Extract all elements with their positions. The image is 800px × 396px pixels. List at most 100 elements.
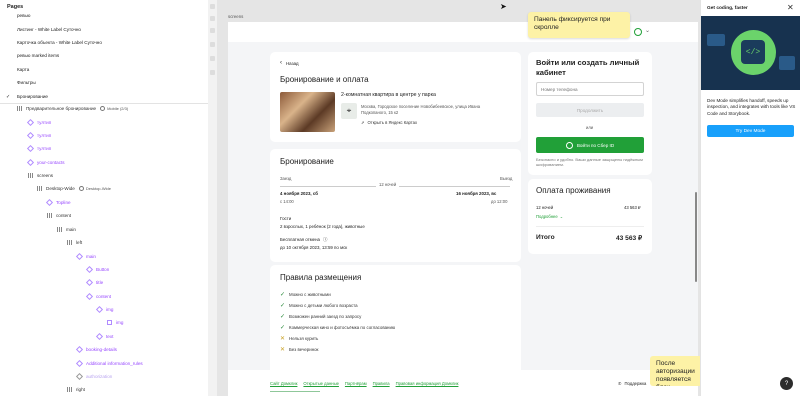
layer-row[interactable]: main	[75, 252, 96, 261]
page-title: Бронирование и оплата	[280, 75, 369, 84]
support-link[interactable]: ✆ Поддержка	[618, 381, 646, 386]
try-dev-mode-button[interactable]: Try Dev Mode	[707, 125, 794, 137]
layer-row[interactable]: authorization	[75, 372, 112, 381]
info-icon[interactable]: ⓘ	[323, 237, 327, 243]
layer-row[interactable]: Topline	[45, 198, 71, 207]
page-item[interactable]: Листинг - White Label Суточно	[17, 27, 81, 32]
layer-row[interactable]: content	[85, 292, 111, 301]
sticky-note-panel-fixed[interactable]: Панель фиксируется при скролле	[528, 12, 630, 38]
rule-text: Можно с детьми любого возраста	[289, 303, 358, 308]
mobile-tag: Mobile (2/3)	[100, 106, 128, 111]
rule-text: Коммерческая кино и фотосъёмка по соглас…	[289, 325, 396, 330]
dev-mode-panel: Get coding, faster ✕ </> Dev Mode simpli…	[700, 0, 800, 396]
check-icon: ✓	[280, 292, 286, 298]
footer-link[interactable]: Правила	[373, 381, 390, 386]
layer-row[interactable]: img	[95, 305, 113, 314]
page-item[interactable]: Карта	[17, 67, 29, 72]
layer-row[interactable]: img	[107, 320, 123, 325]
side-strip	[208, 0, 217, 396]
layer-row[interactable]: Desktop-Wide Desktop-Wide	[37, 186, 111, 191]
sber-id-button[interactable]: Войти по Сбер ID	[536, 137, 644, 153]
instance-icon	[45, 198, 54, 207]
layer-row[interactable]: Additional information_rules	[75, 359, 143, 368]
instance-icon	[85, 278, 94, 287]
footer-link[interactable]: Правовая информация Домклик	[396, 381, 459, 386]
total-label: Итого	[536, 234, 555, 241]
checkin-time: с 14:00	[280, 199, 294, 204]
logo-icon	[634, 28, 642, 36]
rule-item: ✕ Без вечеринок	[280, 346, 395, 353]
check-icon: ✓	[280, 303, 286, 309]
layer-row[interactable]: Предварительное бронирование Mobile (2/3)	[17, 106, 128, 111]
rule-item: ✓ Возможен ранний заезд по запросу	[280, 313, 395, 320]
layer-row[interactable]: Button	[85, 265, 109, 274]
layer-row[interactable]: text	[95, 332, 113, 341]
desktop-tag: Desktop-Wide	[78, 186, 111, 191]
layers-panel: Pages ревью Листинг - White Label Суточн…	[0, 0, 209, 396]
layer-row[interactable]: booking-details	[75, 345, 117, 354]
chevron-down-icon[interactable]: ⌄	[645, 27, 650, 34]
canvas[interactable]: screens ⌄ ‹ Назад Бронирование и оплата 2…	[217, 0, 700, 396]
map-pin-icon: ⌖	[341, 103, 357, 119]
layer-row[interactable]: title	[85, 278, 103, 287]
nights-label: 12 ночей	[536, 205, 554, 210]
close-icon[interactable]: ✕	[787, 3, 794, 12]
frame-icon	[47, 213, 52, 218]
layer-row[interactable]: тултип	[26, 131, 51, 140]
guests-label: Гости	[280, 216, 292, 221]
booking-card: Бронирование Заезд Выезд 12 ночей 4 нояб…	[270, 149, 521, 262]
details-toggle[interactable]: Подробнее ⌄	[536, 214, 563, 219]
auth-card: Войти или создать личный кабинет Продолж…	[528, 52, 652, 175]
help-button[interactable]: ?	[780, 377, 793, 390]
instance-icon	[95, 332, 104, 341]
back-button[interactable]: ‹ Назад	[280, 60, 299, 66]
frame-icon	[57, 227, 62, 232]
checkin-label: Заезд	[280, 176, 292, 181]
frame-icon	[17, 106, 22, 111]
scrollbar[interactable]	[695, 192, 697, 282]
nights-badge: 12 ночей	[376, 182, 400, 187]
payment-title: Оплата проживания	[536, 186, 611, 195]
phone-icon: ✆	[618, 381, 622, 386]
map-link[interactable]: ⇗ Открыть в Яндекс Картах	[361, 120, 417, 125]
footer-links: Сайт Домклик Открытые данные Партнёрам Прав…	[270, 381, 458, 386]
instance-icon	[26, 158, 35, 167]
layer-row[interactable]: тултип	[26, 144, 51, 153]
layer-row[interactable]: тултип	[26, 118, 51, 127]
page-item[interactable]: Карточка объекта - White Label Суточно	[17, 40, 102, 45]
checkin-date: 4 ноября 2023, сб	[280, 191, 318, 196]
instance-icon	[75, 372, 84, 381]
page-item[interactable]: Фильтры	[17, 80, 36, 85]
frame-label[interactable]: screens	[228, 14, 243, 19]
page-item-current[interactable]: Бронирование	[6, 94, 48, 100]
phone-input[interactable]	[536, 82, 644, 96]
panel-title: Get coding, faster	[707, 6, 748, 11]
page-item[interactable]: ревью	[17, 13, 30, 18]
footer-link[interactable]: Сайт Домклик	[270, 381, 297, 386]
layer-row[interactable]: right	[67, 387, 85, 392]
booking-title: Бронирование	[280, 157, 334, 166]
instance-icon	[95, 305, 104, 314]
auth-note: Безопасно и удобно. Ваши данные защищены…	[536, 157, 643, 167]
page-item[interactable]: ревью marked items	[17, 53, 59, 58]
layer-row[interactable]: content	[47, 213, 71, 218]
strip-handle	[210, 56, 215, 61]
rules-list: ✓ Можно с животными ✓ Можно с детьми любого…	[280, 291, 395, 353]
rule-item: ✓ Можно с детьми любого возраста	[280, 302, 395, 309]
rule-item: ✕ Нельзя курить	[280, 335, 395, 342]
rule-item: ✓ Коммерческая кино и фотосъёмка по согла…	[280, 324, 395, 331]
cancel-value: до 10 октября 2023, 13:59 по мск	[280, 245, 348, 250]
footer-link[interactable]: Открытые данные	[303, 381, 339, 386]
pages-title: Pages	[7, 4, 24, 10]
strip-handle	[210, 42, 215, 47]
layer-row[interactable]: left	[67, 240, 82, 245]
layer-row[interactable]: main	[57, 227, 76, 232]
layer-row[interactable]: your-contacts	[26, 158, 65, 167]
divider	[536, 226, 644, 227]
tag-icon	[100, 106, 106, 111]
continue-button[interactable]: Продолжить	[536, 103, 644, 117]
footer-link[interactable]: Партнёрам	[345, 381, 367, 386]
layer-row[interactable]: screens	[28, 173, 53, 178]
footer-underline	[270, 391, 320, 392]
instance-icon	[26, 144, 35, 153]
